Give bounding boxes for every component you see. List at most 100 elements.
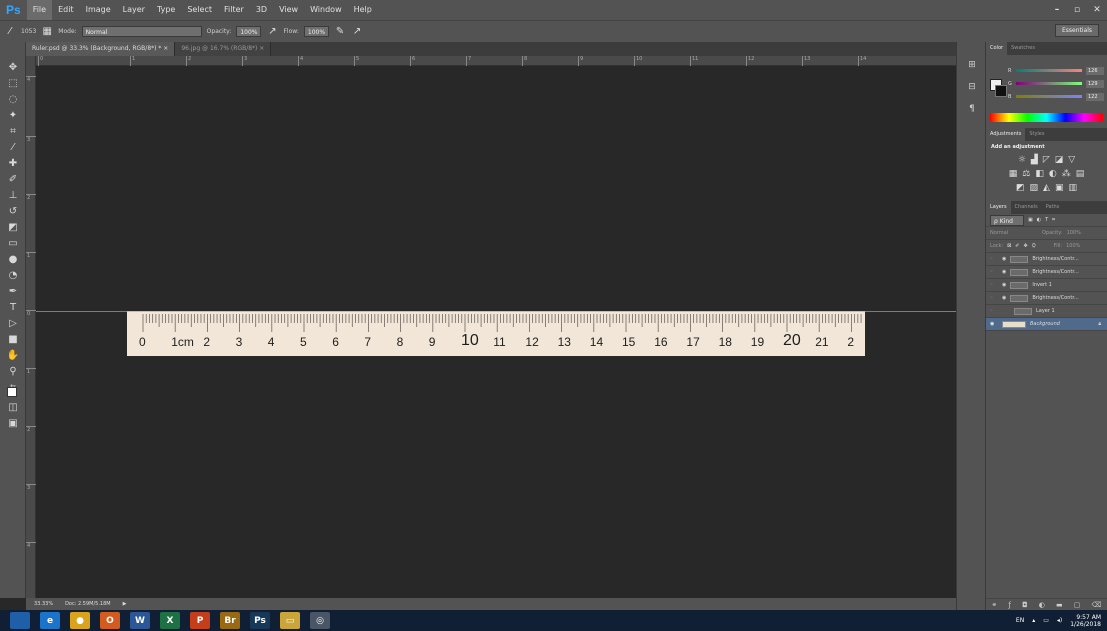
menu-type[interactable]: Type	[151, 0, 181, 20]
excel-icon[interactable]: X	[160, 612, 180, 629]
pressure-opacity-icon[interactable]: ↗	[266, 26, 278, 38]
filter-pixel-icon[interactable]: ▣	[1028, 217, 1033, 223]
layer-filter-select[interactable]: ρ Kind	[990, 214, 1024, 226]
layer-row-selected[interactable]: ◉ Background 🔒︎	[986, 318, 1107, 331]
language-indicator[interactable]: EN	[1016, 617, 1024, 624]
filter-shape-icon[interactable]: ⌗	[1052, 217, 1055, 223]
media-icon[interactable]: ◎	[310, 612, 330, 629]
color-lookup-icon[interactable]: ▤	[1076, 169, 1085, 179]
brush-tool-icon[interactable]: ✐	[6, 172, 20, 186]
workspace-switcher[interactable]: Essentials	[1054, 24, 1099, 37]
minimize-button[interactable]: –	[1047, 0, 1067, 20]
layer-name[interactable]: Brightness/Contr...	[1032, 256, 1078, 262]
new-adjustment-icon[interactable]: ◐	[1039, 601, 1045, 609]
tab-channels[interactable]: Channels	[1011, 201, 1042, 214]
eye-icon[interactable]: ◉	[990, 321, 998, 327]
mode-select[interactable]: Normal	[81, 26, 202, 37]
opacity-input[interactable]: 100%	[236, 26, 262, 37]
clock[interactable]: 9:57 AM 1/26/2018	[1070, 614, 1101, 628]
eye-icon[interactable]: ◦	[990, 308, 998, 314]
bridge-icon[interactable]: Br	[220, 612, 240, 629]
screen-mode-icon[interactable]: ▣	[6, 416, 20, 430]
zoom-level[interactable]: 33.33%	[34, 601, 53, 607]
tab-adjustments[interactable]: Adjustments	[986, 128, 1026, 141]
blur-tool-icon[interactable]: ●	[6, 252, 20, 266]
eye-icon[interactable]: ◦	[990, 295, 998, 301]
menu-layer[interactable]: Layer	[117, 0, 151, 20]
menu-3d[interactable]: 3D	[250, 0, 273, 20]
link-layers-icon[interactable]: ⚭	[992, 601, 998, 609]
layer-row[interactable]: ◦ Layer 1	[986, 305, 1107, 318]
move-tool-icon[interactable]: ✥	[6, 60, 20, 74]
volume-icon[interactable]: ◂)	[1057, 617, 1062, 624]
tab-ruler-psd[interactable]: Ruler.psd @ 33.3% (Background, RGB/8*) *…	[26, 42, 176, 56]
fx-icon[interactable]: ƒ	[1009, 601, 1011, 609]
tab-color[interactable]: Color	[986, 42, 1008, 55]
eraser-tool-icon[interactable]: ◩	[6, 220, 20, 234]
vibrance-icon[interactable]: ▽	[1068, 155, 1075, 165]
brush-size[interactable]: 1053	[21, 28, 36, 35]
lock-paint-icon[interactable]: ✐	[1015, 243, 1019, 249]
flow-input[interactable]: 100%	[303, 26, 330, 37]
filter-adjustment-icon[interactable]: ◐	[1037, 217, 1041, 223]
eyedropper-tool-icon[interactable]: ⁄	[6, 140, 20, 154]
eye-icon[interactable]: ◦	[990, 269, 998, 275]
layer-name[interactable]: Layer 1	[1036, 308, 1055, 314]
windows-icon[interactable]	[10, 612, 30, 629]
folder-icon[interactable]: ▭	[280, 612, 300, 629]
hue-saturation-icon[interactable]: ▦	[1009, 169, 1018, 179]
menu-view[interactable]: View	[273, 0, 304, 20]
layer-row[interactable]: ◦ ◉ Brightness/Contr...	[986, 292, 1107, 305]
gradient-tool-icon[interactable]: ▭	[6, 236, 20, 250]
green-value[interactable]: 129	[1086, 79, 1104, 88]
layer-row[interactable]: ◦ ◉ Brightness/Contr...	[986, 266, 1107, 279]
crop-tool-icon[interactable]: ⌗	[6, 124, 20, 138]
type-tool-icon[interactable]: T	[6, 300, 20, 314]
blue-value[interactable]: 122	[1086, 92, 1104, 101]
menu-edit[interactable]: Edit	[52, 0, 80, 20]
outlook-icon[interactable]: O	[100, 612, 120, 629]
character-panel-icon[interactable]: ¶	[966, 104, 978, 116]
color-balance-icon[interactable]: ⚖	[1022, 169, 1030, 179]
fill-value[interactable]: 100%	[1066, 243, 1080, 249]
posterize-icon[interactable]: ▨	[1030, 183, 1039, 193]
levels-icon[interactable]: ▟	[1031, 155, 1038, 165]
gradient-map-icon[interactable]: ▥	[1068, 183, 1077, 193]
menu-select[interactable]: Select	[181, 0, 218, 20]
status-menu-arrow-icon[interactable]: ▶	[123, 601, 127, 607]
pen-tool-icon[interactable]: ✒	[6, 284, 20, 298]
layer-name[interactable]: Background	[1030, 321, 1060, 327]
lock-all-icon[interactable]: ⛭	[1032, 243, 1036, 249]
opacity-value[interactable]: 100%	[1067, 230, 1081, 236]
black-white-icon[interactable]: ◧	[1035, 169, 1044, 179]
brush-tool-icon[interactable]: ⁄	[4, 26, 16, 38]
threshold-icon[interactable]: ◭	[1043, 183, 1050, 193]
layer-name[interactable]: Brightness/Contr...	[1032, 295, 1078, 301]
photoshop-icon[interactable]: Ps	[250, 612, 270, 629]
red-slider[interactable]	[1016, 69, 1082, 72]
quick-select-tool-icon[interactable]: ✦	[6, 108, 20, 122]
tray-chevron-icon[interactable]: ▴	[1032, 617, 1035, 624]
layer-name[interactable]: Brightness/Contr...	[1032, 269, 1078, 275]
menu-filter[interactable]: Filter	[218, 0, 250, 20]
tab-swatches[interactable]: Swatches	[1007, 42, 1039, 55]
exposure-icon[interactable]: ◪	[1055, 155, 1064, 165]
delete-layer-icon[interactable]: ⌫	[1091, 601, 1101, 609]
close-button[interactable]: ✕	[1087, 0, 1107, 20]
hand-tool-icon[interactable]: ✋	[6, 348, 20, 362]
airbrush-icon[interactable]: ✎	[334, 26, 346, 38]
brush-panel-icon[interactable]: ▦	[41, 26, 53, 38]
blue-slider[interactable]	[1016, 95, 1082, 98]
tab-paths[interactable]: Paths	[1042, 201, 1064, 214]
new-layer-icon[interactable]: ▢	[1074, 601, 1081, 609]
lasso-tool-icon[interactable]: ◌	[6, 92, 20, 106]
powerpoint-icon[interactable]: P	[190, 612, 210, 629]
status-doc-size[interactable]: Doc: 2.59M/5.18M	[65, 601, 111, 607]
blend-mode-select[interactable]: Normal	[990, 230, 1038, 236]
selective-color-icon[interactable]: ▣	[1055, 183, 1064, 193]
marquee-tool-icon[interactable]: ⬚	[6, 76, 20, 90]
eye-icon[interactable]: ◦	[990, 256, 998, 262]
layer-row[interactable]: ◦ ◉ Brightness/Contr...	[986, 253, 1107, 266]
chrome-icon[interactable]: ●	[70, 612, 90, 629]
clone-stamp-icon[interactable]: ⊥	[6, 188, 20, 202]
